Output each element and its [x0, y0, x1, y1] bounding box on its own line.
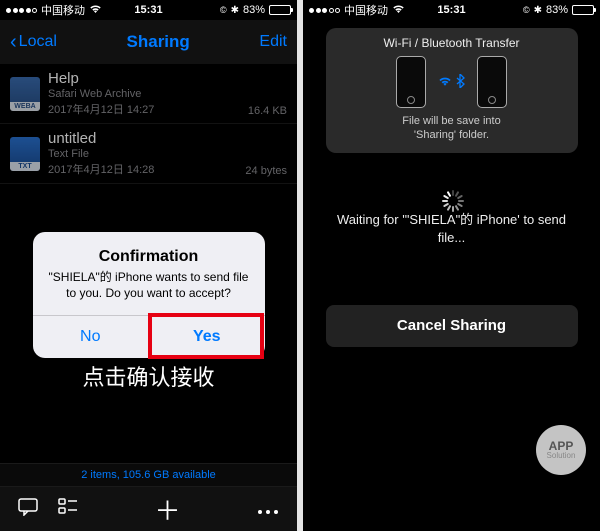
bluetooth-icon — [456, 74, 465, 91]
cancel-sharing-button[interactable]: Cancel Sharing — [326, 305, 578, 347]
battery-icon — [572, 5, 594, 15]
phone-left: 中国移动 15:31 © ✱ 83% ‹ Local Sharing Edit — [0, 0, 297, 531]
footer-summary: 2 items, 105.6 GB available — [0, 463, 297, 487]
status-bar: 中国移动 15:31 © ✱ 83% — [0, 0, 297, 20]
confirmation-dialog: Confirmation "SHIELA"的 iPhone wants to s… — [33, 232, 265, 358]
status-bar: 中国移动 15:31 © ✱ 83% — [303, 0, 600, 20]
annotation-caption: 点击确认接收 — [0, 360, 297, 392]
battery-icon — [269, 5, 291, 15]
nav-title: Sharing — [57, 32, 260, 52]
banner-sub2: 'Sharing' folder. — [336, 128, 568, 142]
dialog-yes-button[interactable]: Yes — [148, 316, 265, 358]
wifi-icon — [438, 74, 452, 90]
transfer-banner: Wi-Fi / Bluetooth Transfer File will be … — [326, 28, 578, 153]
spinner-icon — [441, 179, 463, 201]
clock: 15:31 — [303, 4, 600, 16]
banner-sub1: File will be save into — [336, 114, 568, 128]
chevron-left-icon: ‹ — [10, 31, 17, 54]
add-button[interactable]: ＋ — [154, 491, 180, 528]
chat-icon[interactable] — [18, 498, 38, 521]
bottom-toolbar: ＋ — [0, 487, 297, 531]
device-icon — [396, 56, 426, 108]
more-icon[interactable] — [257, 499, 279, 520]
waiting-message: Waiting for '"SHIELA"的 iPhone' to send f… — [303, 211, 600, 247]
phone-right: 中国移动 15:31 © ✱ 83% Wi-Fi / Bluetooth Tra… — [303, 0, 600, 531]
dialog-no-button[interactable]: No — [33, 316, 149, 358]
banner-title: Wi-Fi / Bluetooth Transfer — [336, 36, 568, 50]
clock: 15:31 — [0, 4, 297, 16]
back-button[interactable]: ‹ Local — [10, 31, 57, 54]
watermark-badge: APP Solution — [536, 425, 586, 475]
list-icon[interactable] — [58, 498, 78, 521]
badge-sub: Solution — [547, 452, 576, 460]
dialog-title: Confirmation — [47, 248, 251, 266]
dialog-message: "SHIELA"的 iPhone wants to send file to y… — [47, 270, 251, 301]
nav-bar: ‹ Local Sharing Edit — [0, 20, 297, 64]
edit-button[interactable]: Edit — [259, 33, 287, 51]
device-icon — [477, 56, 507, 108]
back-label: Local — [19, 33, 57, 51]
